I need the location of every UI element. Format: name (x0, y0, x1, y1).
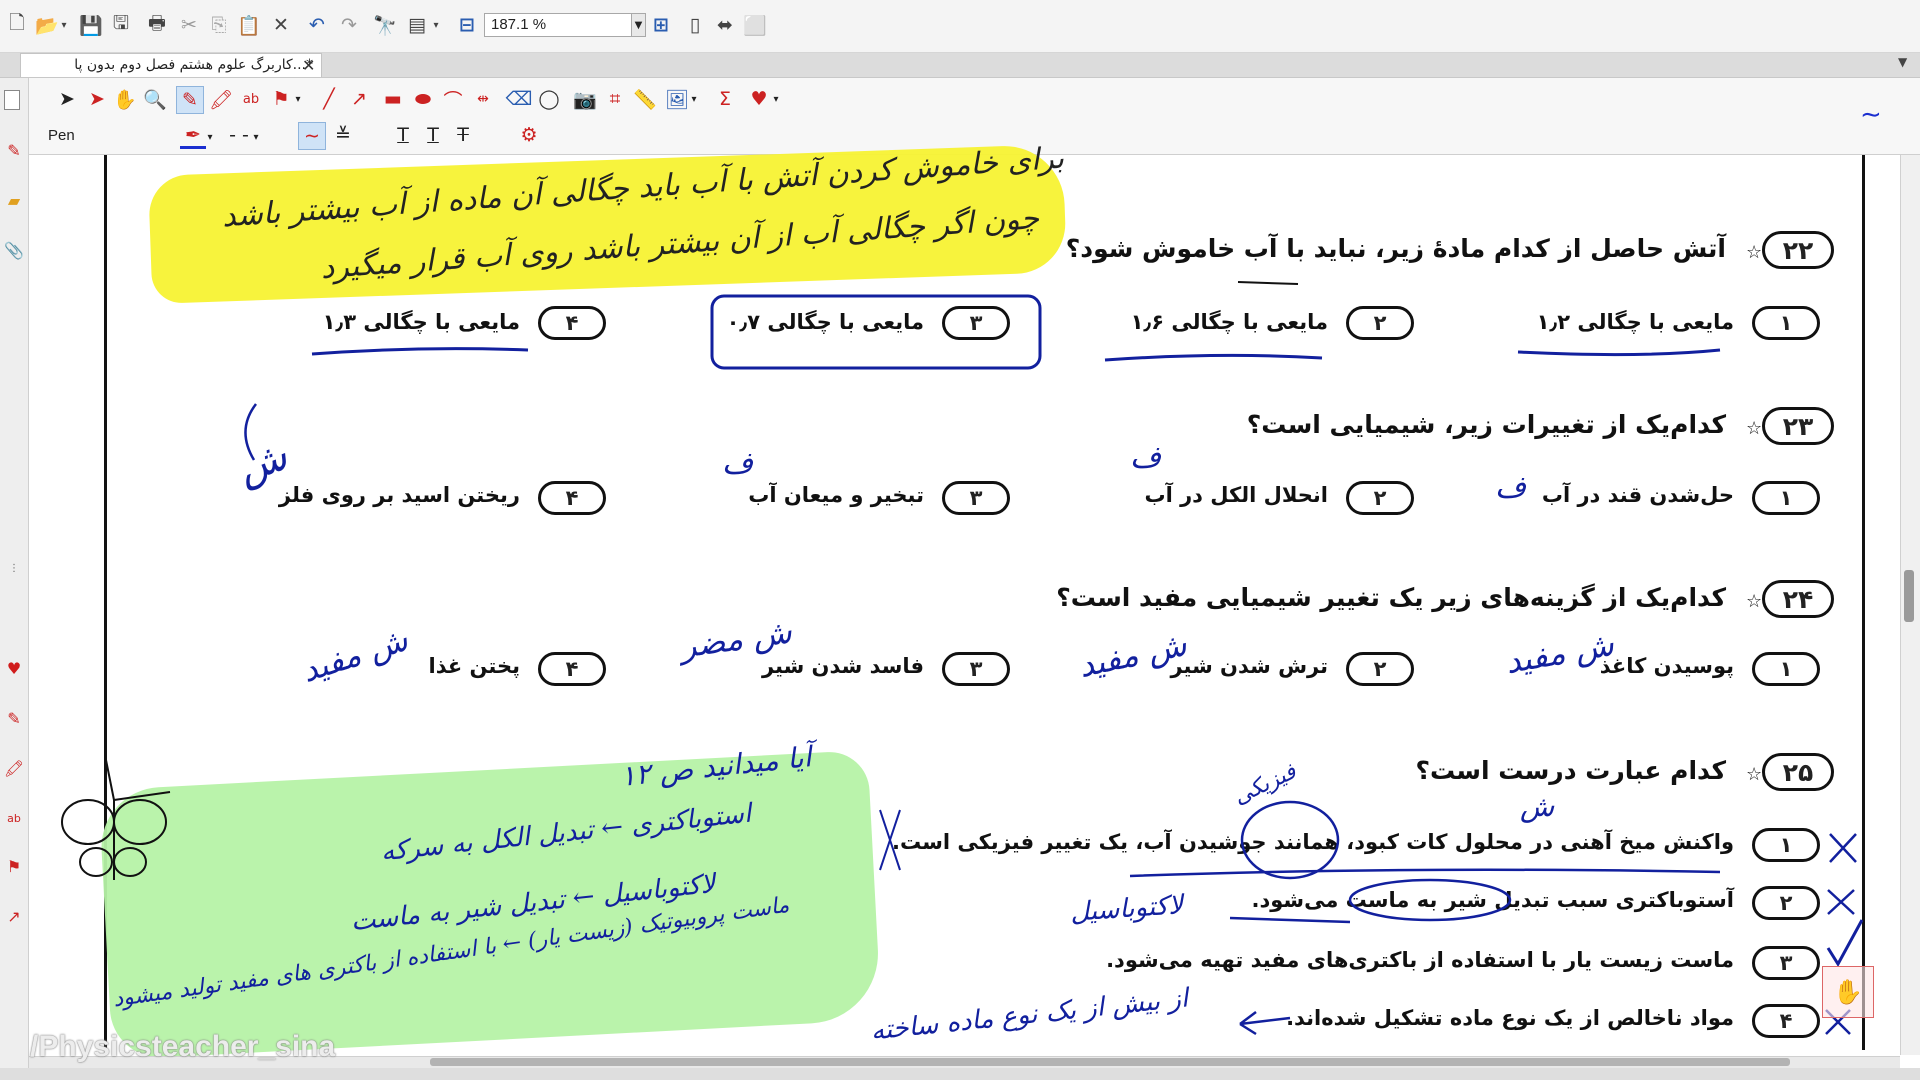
q22-opt1-underline (1517, 348, 1721, 357)
q22-underline-nabayad (1237, 281, 1299, 285)
ink-strokes-layer (61, 281, 1864, 1036)
hand-cursor-icon[interactable]: ✋ (1822, 966, 1874, 1018)
q25-circle-jooshidan (1240, 800, 1340, 880)
q22-opt2-underline (1104, 353, 1323, 362)
q22-opt4-underline (311, 347, 529, 356)
vertical-scroll-thumb[interactable] (1904, 570, 1914, 622)
q25-circle-shir (1348, 878, 1512, 922)
q25-opt3-check (1826, 919, 1864, 967)
q25-arrow-lacto (1229, 916, 1351, 924)
status-bar (0, 1068, 1920, 1080)
watermark-text: /Physicsteacher_sina (30, 1030, 336, 1063)
q22-opt3-answer-box (710, 294, 1042, 370)
q25-opt4-arrow (1239, 1011, 1291, 1036)
butterfly-doodle (61, 759, 171, 880)
q25-margin-cross (879, 809, 901, 871)
horizontal-scroll-thumb[interactable] (430, 1058, 1790, 1066)
q23-margin-stroke (244, 403, 257, 461)
q25-opt1-underline (1129, 868, 1721, 878)
q25-opt2-cross (1827, 889, 1855, 915)
q25-opt1-cross (1829, 833, 1857, 863)
